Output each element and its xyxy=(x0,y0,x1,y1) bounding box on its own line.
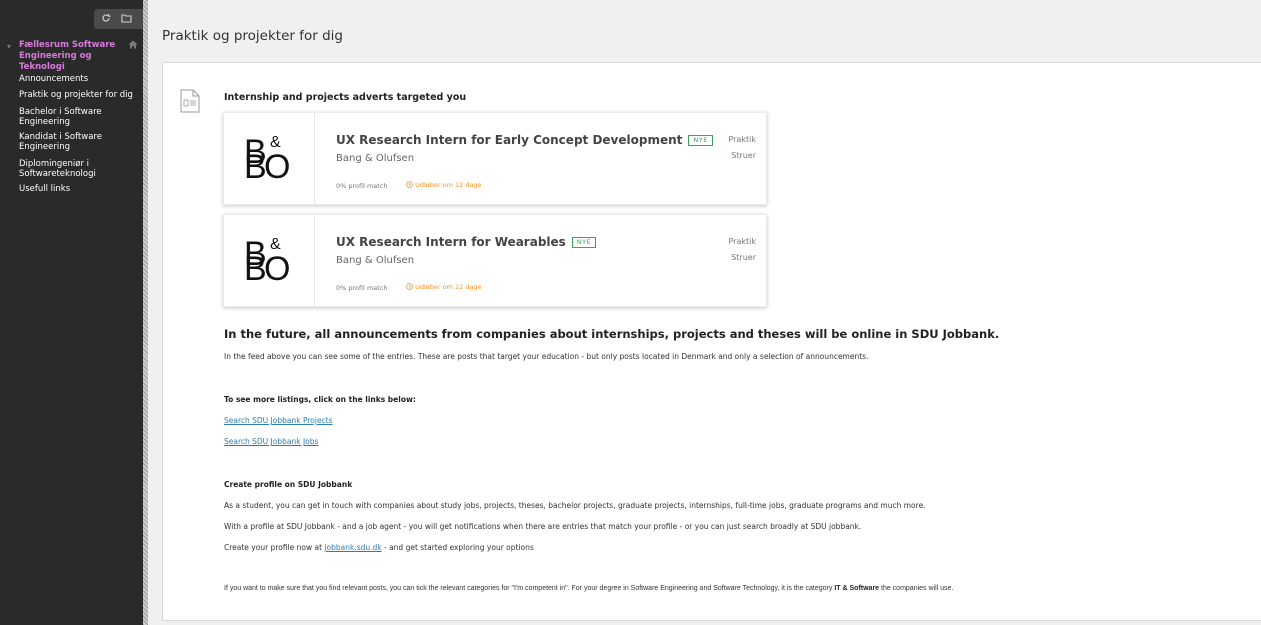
profile-match: 0% profil match xyxy=(336,284,388,292)
expiry-status: Udløber om 12 dage xyxy=(406,283,482,291)
profile-paragraph-3: Create your profile now at jobbank.sdu.d… xyxy=(224,543,534,552)
company-logo: B & B O xyxy=(244,135,294,186)
job-card[interactable]: B & B O UX Research Intern for Wearables… xyxy=(223,214,767,307)
sidebar-item-diplomingenior[interactable]: Diplomingeniør i Softwareteknologi xyxy=(19,159,141,179)
category-name: IT & Software xyxy=(834,585,880,592)
refresh-icon[interactable] xyxy=(101,13,111,23)
category-tip: If you want to make sure that you find r… xyxy=(224,585,953,592)
job-title-text[interactable]: UX Research Intern for Wearables xyxy=(336,235,566,249)
job-title[interactable]: UX Research Intern for Early Concept Dev… xyxy=(336,133,713,147)
search-jobs-link[interactable]: Search SDU Jobbank Jobs xyxy=(224,437,318,446)
category-tip-after: the companies will use. xyxy=(879,585,954,592)
feed-heading: Internship and projects adverts targeted… xyxy=(224,92,467,103)
category-tip-before: If you want to make sure that you find r… xyxy=(224,585,835,592)
expiry-text: Udløber om 12 dage xyxy=(415,181,482,189)
job-card[interactable]: B & B O UX Research Intern for Early Con… xyxy=(223,112,767,205)
job-title-text[interactable]: UX Research Intern for Early Concept Dev… xyxy=(336,133,682,147)
folder-icon[interactable] xyxy=(121,13,132,23)
profile-text-before: Create your profile now at xyxy=(224,543,325,552)
course-sidebar: ▾ Fællesrum Software Engineering og Tekn… xyxy=(0,0,143,625)
expiry-status: Udløber om 12 dage xyxy=(406,181,482,189)
company-logo-cell: B & B O xyxy=(224,113,315,204)
company-logo-cell: B & B O xyxy=(224,215,315,306)
job-location: Struer xyxy=(731,253,756,262)
collapse-marker-icon[interactable]: ▾ xyxy=(7,42,11,51)
job-type: Praktik xyxy=(728,237,757,246)
sidebar-item-announcements[interactable]: Announcements xyxy=(19,74,141,84)
logo-letter-o: O xyxy=(264,250,291,288)
document-icon xyxy=(180,89,200,113)
profile-text-after: - and get started exploring your options xyxy=(381,543,534,552)
profile-paragraph-1: As a student, you can get in touch with … xyxy=(224,501,926,510)
job-type: Praktik xyxy=(728,135,757,144)
clock-icon xyxy=(406,181,415,189)
profile-paragraph-2: With a profile at SDU Jobbank - and a jo… xyxy=(224,522,862,531)
expiry-text: Udløber om 12 dage xyxy=(415,283,482,291)
logo-letter-o: O xyxy=(264,148,291,186)
home-icon[interactable] xyxy=(128,40,138,52)
job-company: Bang & Olufsen xyxy=(336,153,415,164)
jobbank-heading: In the future, all announcements from co… xyxy=(224,327,1000,341)
page-title: Praktik og projekter for dig xyxy=(162,28,343,44)
sidebar-item-bachelor[interactable]: Bachelor i Software Engineering xyxy=(19,107,141,127)
sidebar-item-praktik[interactable]: Praktik og projekter for dig xyxy=(19,90,141,100)
new-badge: NYE xyxy=(571,237,597,248)
links-heading: To see more listings, click on the links… xyxy=(224,395,416,404)
jobbank-link[interactable]: jobbank.sdu.dk xyxy=(324,543,381,552)
course-title[interactable]: Fællesrum Software Engineering og Teknol… xyxy=(19,40,134,73)
feed-intro-text: In the feed above you can see some of th… xyxy=(224,352,869,361)
job-company: Bang & Olufsen xyxy=(336,255,415,266)
sidebar-item-usefull-links[interactable]: Usefull links xyxy=(19,184,141,194)
profile-match: 0% profil match xyxy=(336,182,388,190)
clock-icon xyxy=(406,283,415,291)
search-projects-link[interactable]: Search SDU Jobbank Projects xyxy=(224,416,333,425)
company-logo: B & B O xyxy=(244,237,294,288)
sidebar-menu: Announcements Praktik og projekter for d… xyxy=(19,74,141,200)
sidebar-tools xyxy=(94,9,143,29)
job-title[interactable]: UX Research Intern for Wearables NYE xyxy=(336,235,597,249)
job-location: Struer xyxy=(731,151,756,160)
profile-heading: Create profile on SDU Jobbank xyxy=(224,480,353,489)
sidebar-item-kandidat[interactable]: Kandidat i Software Engineering xyxy=(19,132,141,152)
new-badge: NYE xyxy=(688,135,713,146)
